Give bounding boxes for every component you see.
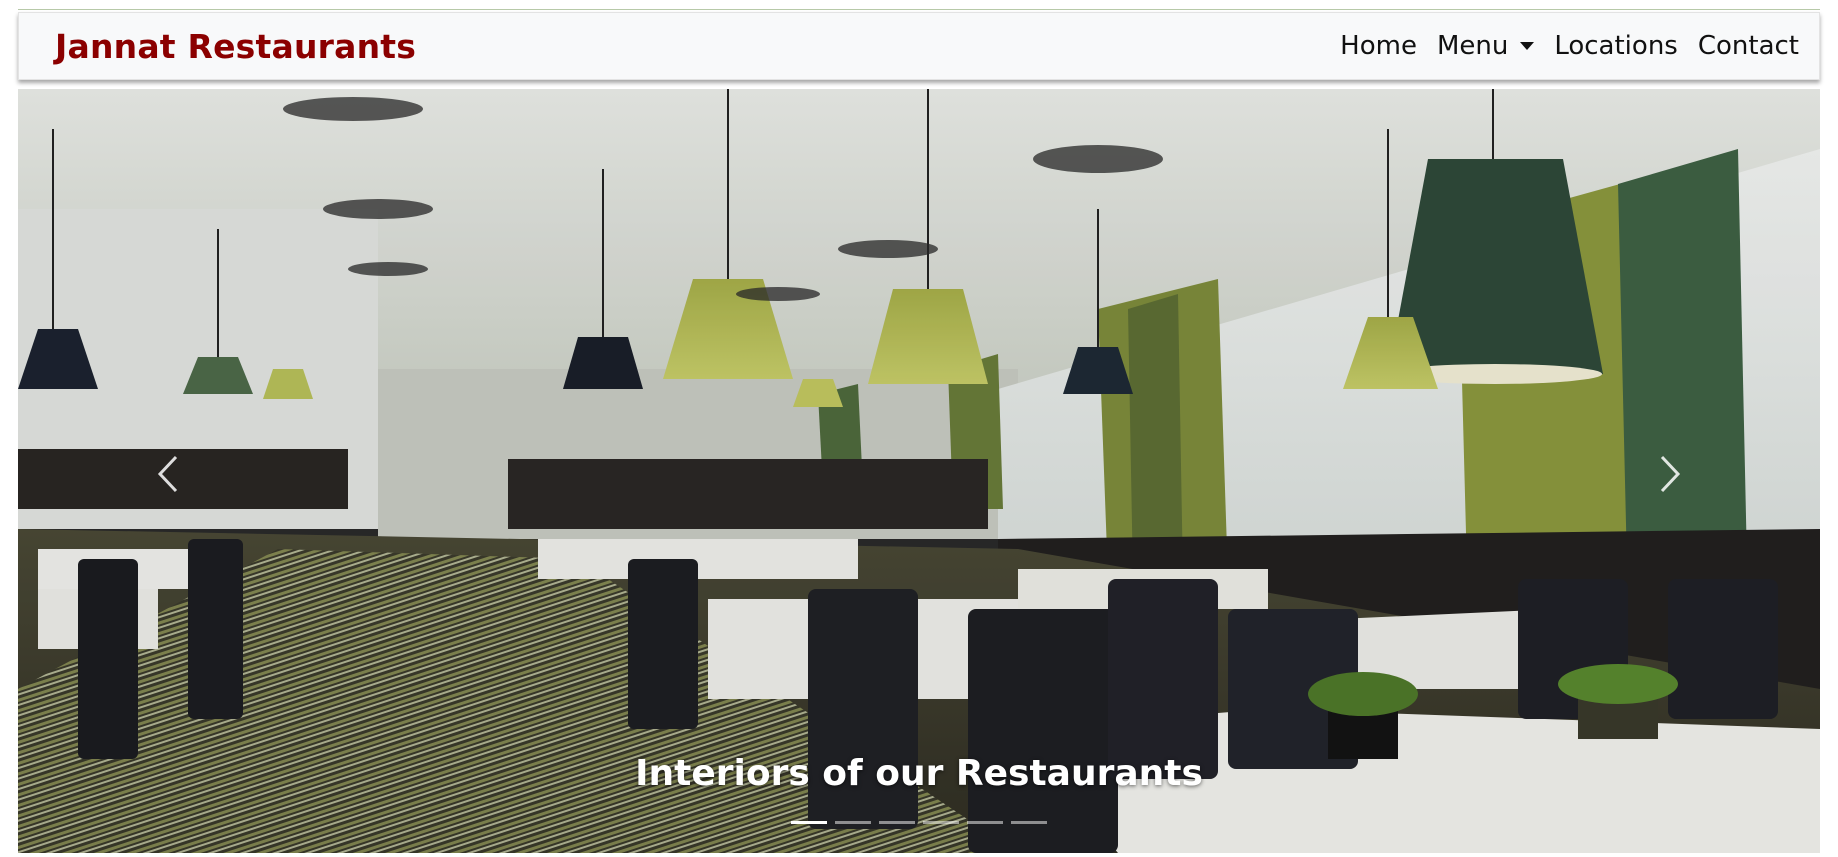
- carousel-indicator[interactable]: [835, 821, 871, 824]
- nav-menu-dropdown[interactable]: Menu: [1436, 31, 1535, 61]
- carousel-indicator[interactable]: [967, 821, 1003, 824]
- carousel-caption: Interiors of our Restaurants: [635, 753, 1203, 794]
- hero-carousel: Interiors of our Restaurants: [18, 89, 1820, 853]
- nav-home[interactable]: Home: [1340, 31, 1417, 61]
- brand-logo[interactable]: Jannat Restaurants: [55, 27, 416, 66]
- nav-menu-label: Menu: [1436, 31, 1509, 61]
- carousel-indicators: [791, 821, 1047, 824]
- carousel-indicator[interactable]: [1011, 821, 1047, 824]
- carousel-indicator[interactable]: [923, 821, 959, 824]
- carousel-next-button[interactable]: [1640, 429, 1700, 519]
- nav-links: Home Menu Locations Contact: [1340, 31, 1799, 61]
- caret-down-icon: [1520, 42, 1535, 50]
- chevron-right-icon: [1660, 455, 1681, 493]
- navbar: Jannat Restaurants Home Menu Locations C…: [18, 12, 1820, 80]
- chevron-left-icon: [157, 455, 178, 493]
- carousel-prev-button[interactable]: [138, 429, 198, 519]
- nav-contact[interactable]: Contact: [1698, 31, 1799, 61]
- carousel-indicator[interactable]: [791, 821, 827, 824]
- nav-locations[interactable]: Locations: [1554, 31, 1678, 61]
- carousel-indicator[interactable]: [879, 821, 915, 824]
- top-border: [18, 9, 1820, 10]
- restaurant-interior-image: [18, 89, 1820, 853]
